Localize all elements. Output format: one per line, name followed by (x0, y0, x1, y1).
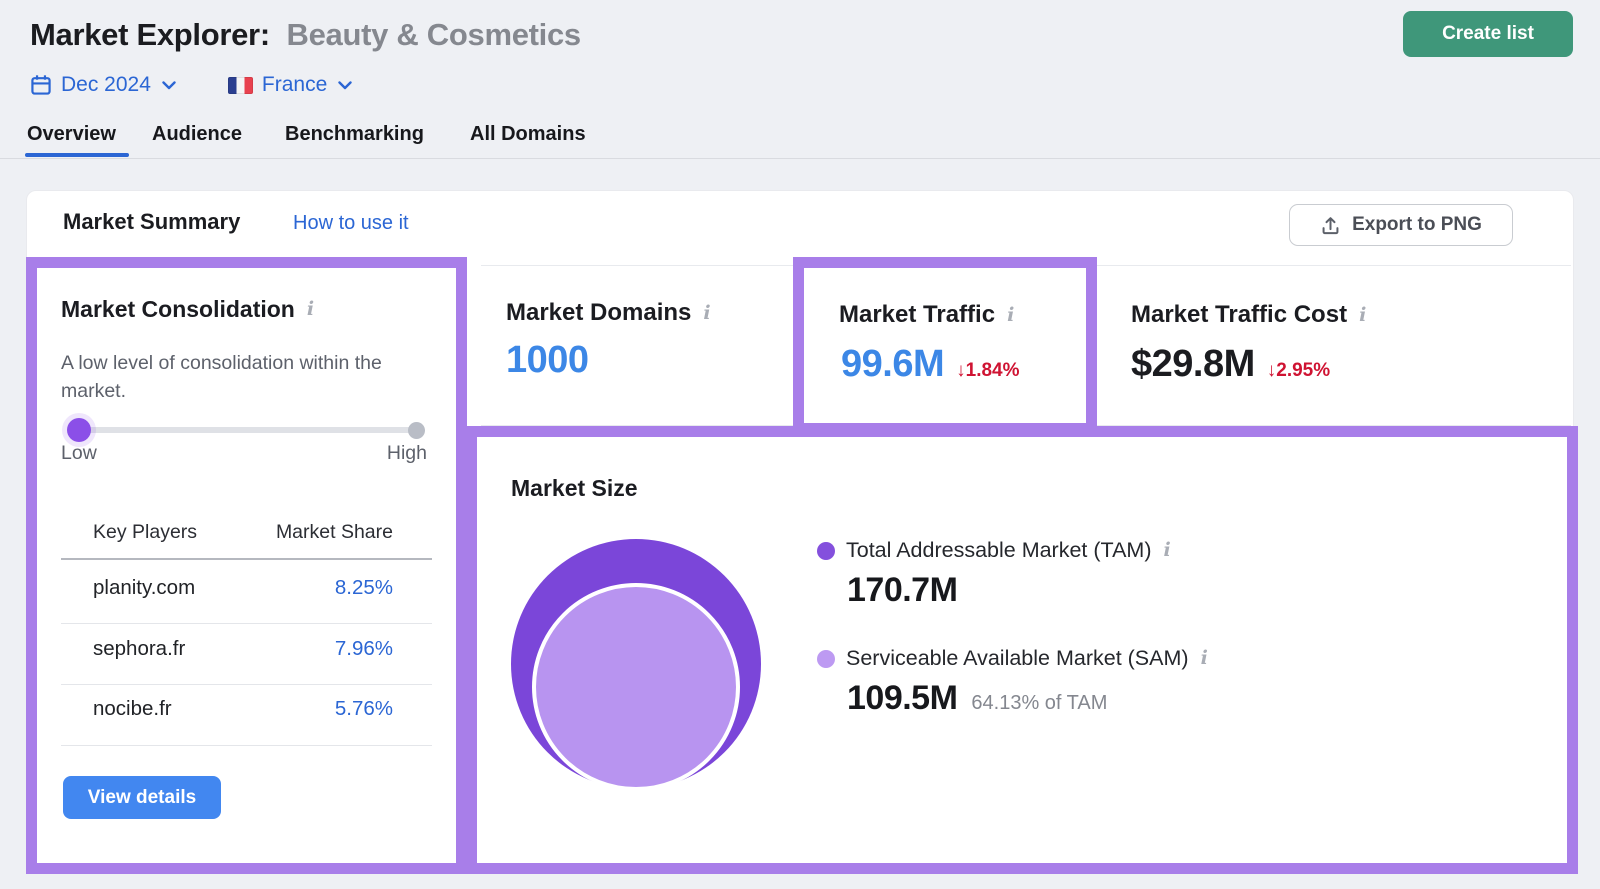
header-divider (0, 158, 1600, 159)
sam-value: 109.5M (847, 679, 957, 718)
consolidation-title: Market Consolidation (61, 296, 314, 323)
view-details-label: View details (88, 787, 196, 809)
info-icon[interactable] (1007, 306, 1014, 325)
market-traffic-cost-value: $29.8M (1131, 343, 1255, 386)
date-label: Dec 2024 (61, 73, 151, 97)
row-divider (61, 684, 432, 685)
slider-low-label: Low (61, 442, 97, 465)
key-player-domain[interactable]: sephora.fr (93, 637, 185, 661)
sam-legend-label: Serviceable Available Market (SAM) (846, 646, 1208, 671)
market-traffic-cost-change: ↓2.95% (1267, 360, 1330, 382)
sam-value-row: 109.5M 64.13% of TAM (847, 679, 1107, 718)
key-player-domain[interactable]: planity.com (93, 576, 195, 600)
consolidation-slider-track[interactable] (69, 427, 415, 433)
table-header-divider (61, 558, 432, 560)
info-icon[interactable] (1163, 541, 1170, 560)
market-domains-label: Market Domains (506, 299, 711, 327)
tam-value-row: 170.7M (847, 571, 957, 610)
market-traffic-cost-value-row: $29.8M ↓2.95% (1131, 343, 1330, 386)
key-player-domain[interactable]: nocibe.fr (93, 697, 172, 721)
export-label: Export to PNG (1352, 214, 1482, 236)
sam-circle[interactable] (532, 583, 740, 791)
tab-all-domains[interactable]: All Domains (470, 123, 586, 146)
page-title-primary: Market Explorer: (30, 17, 270, 52)
row-divider (61, 623, 432, 624)
key-player-share[interactable]: 8.25% (227, 576, 393, 600)
info-icon[interactable] (703, 304, 710, 323)
column-header-key-players: Key Players (93, 521, 197, 544)
tam-value: 170.7M (847, 571, 957, 610)
consolidation-slider-handle[interactable] (67, 418, 91, 442)
market-traffic-cost-label: Market Traffic Cost (1131, 301, 1366, 329)
country-label: France (262, 73, 327, 97)
date-selector[interactable]: Dec 2024 (30, 73, 176, 97)
tab-audience[interactable]: Audience (152, 123, 242, 146)
create-list-label: Create list (1442, 23, 1534, 45)
key-player-share[interactable]: 5.76% (227, 697, 393, 721)
row-divider (61, 745, 432, 746)
info-icon[interactable] (307, 300, 314, 319)
upload-icon (1320, 215, 1341, 236)
chevron-down-icon (162, 81, 176, 90)
filter-bar: Dec 2024 France (30, 70, 352, 100)
key-player-share[interactable]: 7.96% (227, 637, 393, 661)
chevron-down-icon (338, 81, 352, 90)
tam-legend-dot (817, 542, 835, 560)
market-domains-value-row: 1000 (506, 339, 589, 382)
info-icon[interactable] (1201, 649, 1208, 668)
france-flag-icon (228, 77, 253, 94)
view-details-button[interactable]: View details (63, 776, 221, 819)
country-selector[interactable]: France (228, 73, 352, 97)
market-summary-card: Market Summary How to use it Export to P… (26, 190, 1574, 866)
stats-grid-line-bottom (481, 425, 1571, 426)
market-traffic-change: ↓1.84% (956, 360, 1019, 382)
market-traffic-value[interactable]: 99.6M (841, 343, 944, 386)
how-to-use-link[interactable]: How to use it (293, 212, 409, 235)
export-to-png-button[interactable]: Export to PNG (1289, 204, 1513, 246)
column-header-market-share: Market Share (227, 521, 393, 544)
market-explorer-page: Market Explorer: Beauty & Cosmetics Crea… (0, 0, 1600, 889)
slider-high-label: High (327, 442, 427, 465)
consolidation-description: A low level of consolidation within the … (61, 349, 433, 405)
sam-share-of-tam: 64.13% of TAM (971, 692, 1107, 715)
page-title: Market Explorer: Beauty & Cosmetics (30, 17, 581, 53)
tab-benchmarking[interactable]: Benchmarking (285, 123, 424, 146)
card-title: Market Summary (63, 209, 240, 235)
create-list-button[interactable]: Create list (1403, 11, 1573, 57)
stats-grid-line-top (481, 265, 1571, 266)
info-icon[interactable] (1359, 306, 1366, 325)
market-traffic-label: Market Traffic (839, 301, 1014, 329)
consolidation-slider-end-dot (408, 422, 425, 439)
tab-bar: Overview Audience Benchmarking All Domai… (0, 120, 1600, 160)
page-title-secondary: Beauty & Cosmetics (278, 17, 581, 52)
calendar-icon (30, 74, 52, 96)
market-domains-value[interactable]: 1000 (506, 339, 589, 382)
active-tab-underline (25, 153, 129, 157)
sam-legend-dot (817, 650, 835, 668)
market-size-title: Market Size (511, 475, 638, 502)
tab-overview[interactable]: Overview (27, 123, 116, 146)
tam-legend-label: Total Addressable Market (TAM) (846, 538, 1171, 563)
market-traffic-value-row: 99.6M ↓1.84% (841, 343, 1020, 386)
